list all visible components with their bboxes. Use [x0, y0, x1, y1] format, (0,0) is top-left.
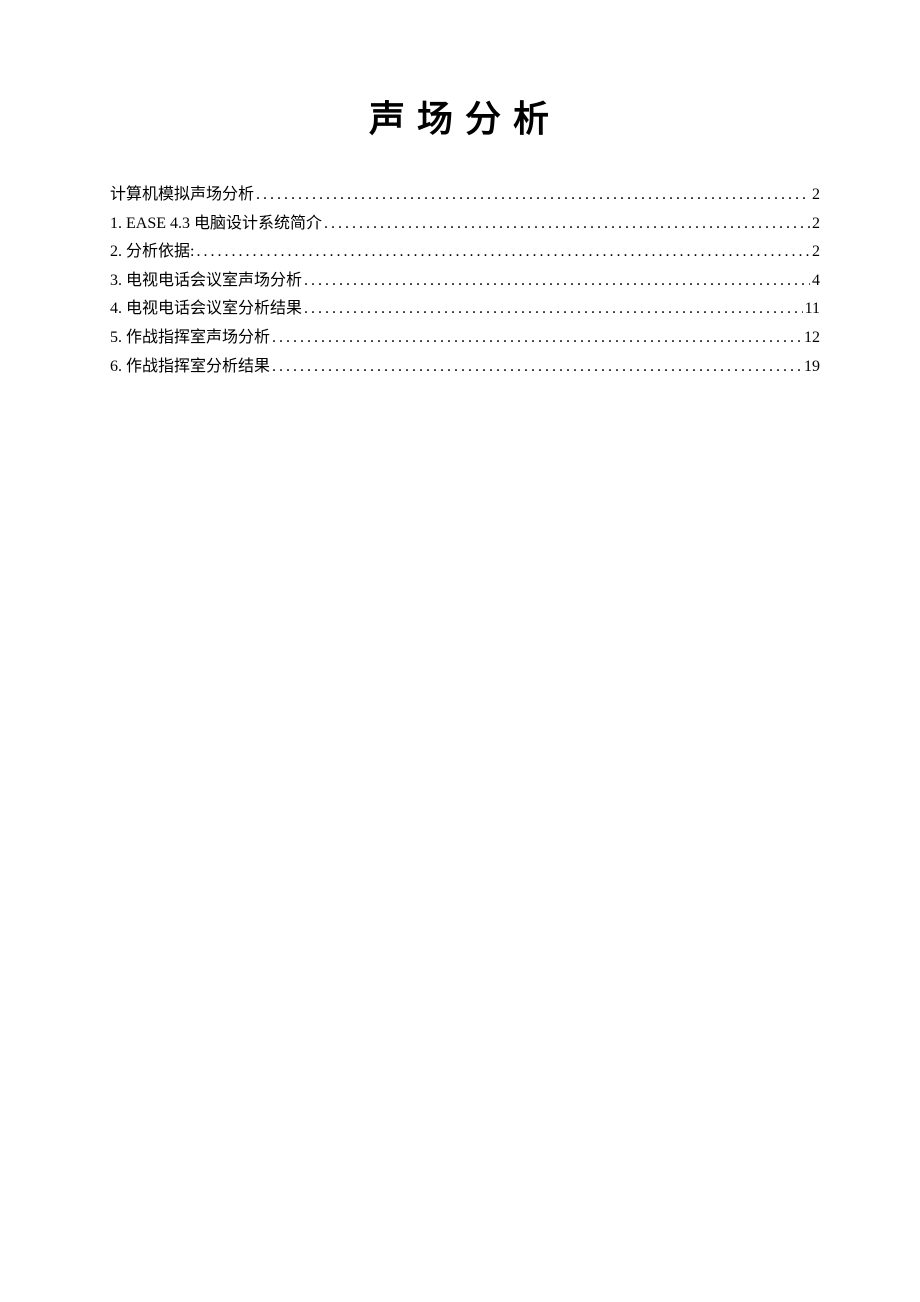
toc-entry-page: 2 — [812, 182, 820, 208]
toc-entry[interactable]: 计算机模拟声场分析 2 — [110, 182, 820, 208]
toc-entry-page: 2 — [812, 211, 820, 237]
toc-entry[interactable]: 2. 分析依据: 2 — [110, 239, 820, 265]
toc-dots — [304, 296, 803, 322]
toc-entry[interactable]: 4. 电视电话会议室分析结果 11 — [110, 296, 820, 322]
toc-entry-page: 2 — [812, 239, 820, 265]
toc-entry-label: 1. EASE 4.3 电脑设计系统简介 — [110, 211, 322, 237]
toc-entry[interactable]: 1. EASE 4.3 电脑设计系统简介 2 — [110, 211, 820, 237]
toc-dots — [304, 268, 810, 294]
toc-entry-page: 11 — [805, 296, 820, 322]
toc-entry[interactable]: 5. 作战指挥室声场分析 12 — [110, 325, 820, 351]
page-title: 声场分析 — [110, 90, 820, 142]
table-of-contents: 计算机模拟声场分析 2 1. EASE 4.3 电脑设计系统简介 2 2. 分析… — [110, 182, 820, 379]
toc-entry-label: 5. 作战指挥室声场分析 — [110, 325, 270, 351]
toc-entry-page: 19 — [804, 354, 820, 380]
toc-dots — [272, 354, 802, 380]
toc-entry-page: 12 — [804, 325, 820, 351]
toc-entry-label: 2. 分析依据: — [110, 239, 194, 265]
toc-dots — [324, 211, 810, 237]
toc-dots — [256, 182, 810, 208]
toc-entry-label: 6. 作战指挥室分析结果 — [110, 354, 270, 380]
toc-entry[interactable]: 6. 作战指挥室分析结果 19 — [110, 354, 820, 380]
toc-dots — [272, 325, 802, 351]
toc-entry-label: 计算机模拟声场分析 — [110, 182, 254, 208]
toc-entry-label: 4. 电视电话会议室分析结果 — [110, 296, 302, 322]
toc-entry[interactable]: 3. 电视电话会议室声场分析 4 — [110, 268, 820, 294]
toc-entry-label: 3. 电视电话会议室声场分析 — [110, 268, 302, 294]
toc-dots — [196, 239, 810, 265]
toc-entry-page: 4 — [812, 268, 820, 294]
